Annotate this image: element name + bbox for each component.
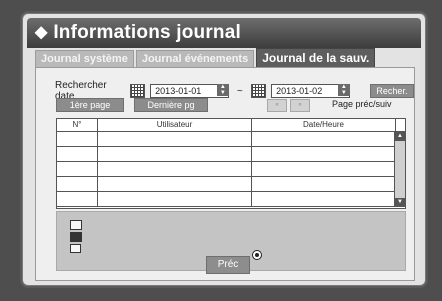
date-separator: ~ [236, 85, 243, 97]
next-page-icon[interactable]: » [290, 99, 310, 112]
start-date-spinner-icon[interactable]: ▲ ▼ [216, 84, 229, 96]
backup-log-table: N° Utilisateur Date/Heure ▲ ▼ [56, 118, 406, 209]
back-icon[interactable]: ◆ [35, 25, 47, 41]
end-date-field[interactable]: 2013-01-02 ▲ ▼ [271, 84, 350, 98]
prev-page-icon[interactable]: « [267, 99, 287, 112]
table-row[interactable] [57, 162, 405, 177]
scroll-down-icon[interactable]: ▼ [395, 198, 405, 207]
tab-backup-log[interactable]: Journal de la sauv. [256, 48, 376, 67]
copy-icon [70, 244, 81, 253]
selection-radio[interactable] [252, 250, 262, 260]
column-header-user: Utilisateur [98, 119, 252, 131]
page-title: Informations journal [53, 22, 241, 43]
log-info-window: ◆ Informations journal Journal système J… [22, 13, 426, 286]
title-bar: ◆ Informations journal [27, 18, 421, 48]
paging-row: 1ère page Dernière pg « » Page préc/suiv [56, 98, 401, 112]
previous-button[interactable]: Préc [206, 256, 250, 274]
table-row[interactable] [57, 177, 405, 192]
last-page-button[interactable]: Dernière pg [134, 98, 208, 112]
first-page-button[interactable]: 1ère page [56, 98, 124, 112]
storage-device-icon [70, 232, 82, 242]
page-nav-label: Page préc/suiv [332, 99, 392, 109]
calendar-device-icon [70, 220, 82, 230]
column-header-number: N° [57, 119, 98, 131]
calendar-icon[interactable] [129, 84, 146, 98]
table-row[interactable] [57, 132, 405, 147]
table-scrollbar[interactable]: ▲ ▼ [394, 132, 405, 207]
tab-bar: Journal système Journal événements Journ… [35, 48, 377, 67]
table-header: N° Utilisateur Date/Heure [57, 119, 405, 132]
backup-log-panel: Rechercher date 2013-01-01 ▲ ▼ ~ 2013-01-… [35, 67, 415, 281]
scroll-up-icon[interactable]: ▲ [395, 132, 405, 141]
column-header-datetime: Date/Heure [252, 119, 396, 131]
tab-event-log[interactable]: Journal événements [135, 50, 255, 67]
start-date-field[interactable]: 2013-01-01 ▲ ▼ [150, 84, 229, 98]
end-date-spinner-icon[interactable]: ▲ ▼ [337, 84, 350, 96]
tab-system-log[interactable]: Journal système [35, 50, 134, 67]
table-row[interactable] [57, 147, 405, 162]
table-row[interactable] [57, 192, 405, 207]
calendar-icon[interactable] [250, 84, 267, 98]
end-date-value: 2013-01-02 [276, 86, 323, 96]
search-button[interactable]: Recher. [369, 84, 414, 98]
start-date-value: 2013-01-01 [155, 86, 202, 96]
